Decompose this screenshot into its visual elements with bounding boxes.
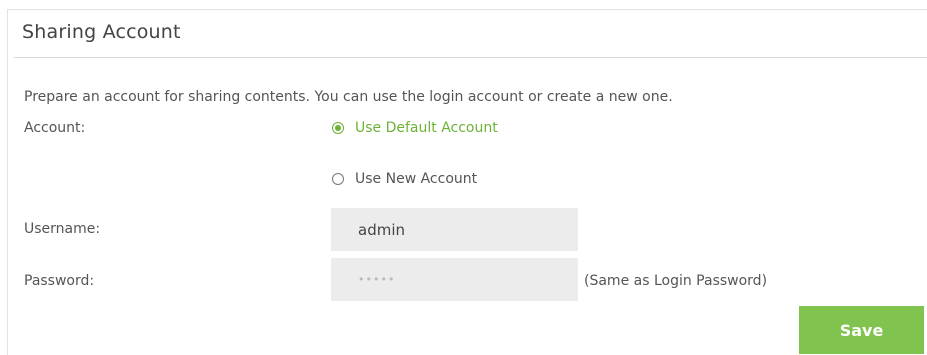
section-title: Sharing Account xyxy=(22,21,181,43)
sharing-account-panel: Sharing Account Prepare an account for s… xyxy=(7,9,927,355)
save-button[interactable]: Save xyxy=(799,306,924,354)
use-default-account-label: Use Default Account xyxy=(355,120,498,136)
password-label: Password: xyxy=(24,273,95,289)
radio-selected-icon xyxy=(332,122,344,134)
account-label: Account: xyxy=(24,120,86,136)
username-input[interactable] xyxy=(331,208,578,251)
use-new-account-label: Use New Account xyxy=(355,171,478,187)
section-description: Prepare an account for sharing contents.… xyxy=(24,89,673,105)
use-new-account-radio[interactable]: Use New Account xyxy=(332,171,477,187)
radio-unselected-icon xyxy=(332,173,344,185)
use-default-account-radio[interactable]: Use Default Account xyxy=(332,120,498,136)
password-input[interactable] xyxy=(331,258,578,301)
username-label: Username: xyxy=(24,221,101,237)
password-hint: (Same as Login Password) xyxy=(584,273,768,289)
title-divider xyxy=(14,57,927,58)
